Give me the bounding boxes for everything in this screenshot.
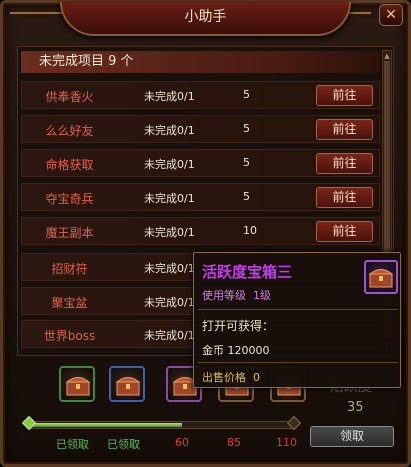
task-count: 5 [243, 156, 250, 169]
tooltip-price-label: 出售价格 [202, 371, 246, 384]
milestone-5: 110 [276, 436, 297, 449]
go-button[interactable]: 前往 [316, 221, 373, 242]
task-name: 么么好友 [45, 124, 94, 138]
tooltip-chest-icon [364, 260, 398, 294]
milestone-1: 已领取 [56, 438, 89, 451]
go-button[interactable]: 前往 [316, 85, 373, 106]
tooltip-level: 使用等级 1级 [202, 287, 271, 303]
tooltip-reward: 金币 120000 [202, 344, 270, 357]
scroll-up-icon[interactable]: ▲ [383, 51, 391, 61]
task-status: 未完成0/1 [144, 226, 195, 239]
chest-1-icon[interactable] [59, 366, 95, 402]
task-status: 未完成0/1 [144, 124, 195, 137]
task-status: 未完成0/1 [144, 158, 195, 171]
task-name: 聚宝盆 [51, 296, 88, 310]
task-count: 10 [243, 224, 257, 237]
task-name: 魔王副本 [45, 226, 94, 240]
task-row: 供奉香火 未完成0/1 5 前往 [21, 81, 380, 109]
task-name: 夺宝奇兵 [45, 192, 94, 206]
go-button[interactable]: 前往 [316, 153, 373, 174]
task-name: 供奉香火 [45, 90, 94, 104]
tooltip-obtain-label: 打开可获得： [202, 319, 275, 333]
task-row: 魔王副本 未完成0/1 10 前往 [21, 217, 380, 245]
task-row: 命格获取 未完成0/1 5 前往 [21, 149, 380, 177]
task-name: 招财符 [51, 262, 88, 276]
tooltip-item-name: 活跃度宝箱三 [202, 263, 293, 281]
incomplete-label: 未完成项目 [39, 54, 105, 69]
task-row: 么么好友 未完成0/1 5 前往 [21, 115, 380, 143]
tooltip-level-label: 使用等级 [202, 289, 246, 302]
task-status: 未完成0/1 [144, 192, 195, 205]
activity-progress-bar [28, 421, 294, 429]
window-title: 小助手 [60, 2, 351, 36]
task-row: 夺宝奇兵 未完成0/1 5 前往 [21, 183, 380, 211]
task-count: 5 [243, 122, 250, 135]
go-button[interactable]: 前往 [316, 187, 373, 208]
claim-button[interactable]: 领取 [310, 426, 394, 447]
incomplete-header: 未完成项目 9 个 [21, 51, 380, 73]
activity-progress-fill [29, 423, 183, 427]
milestone-3: 60 [175, 436, 189, 449]
tooltip-divider [198, 362, 398, 363]
milestone-2: 已领取 [107, 438, 140, 451]
chest-tooltip: 活跃度宝箱三 使用等级 1级 打开可获得： 金币 120000 出售价格 0 [193, 252, 401, 388]
task-status: 未完成0/1 [144, 90, 195, 103]
task-count: 5 [243, 88, 250, 101]
close-button[interactable]: ✕ [379, 4, 403, 26]
task-name: 命格获取 [45, 158, 94, 172]
tooltip-price-value: 0 [253, 371, 260, 384]
task-status: 未完成0/1 [144, 296, 195, 309]
go-button[interactable]: 前往 [316, 119, 373, 140]
tooltip-level-value: 1级 [253, 289, 271, 302]
incomplete-count: 9 个 [108, 54, 134, 69]
chest-2-icon[interactable] [109, 366, 145, 402]
task-status: 未完成0/1 [144, 262, 195, 275]
milestone-4: 85 [227, 436, 241, 449]
tooltip-price: 出售价格 0 [202, 369, 260, 385]
tooltip-divider [198, 309, 398, 310]
task-count: 5 [243, 190, 250, 203]
task-name: 世界boss [43, 329, 96, 343]
activity-value: 35 [347, 400, 364, 415]
task-status: 未完成0/1 [144, 329, 195, 342]
